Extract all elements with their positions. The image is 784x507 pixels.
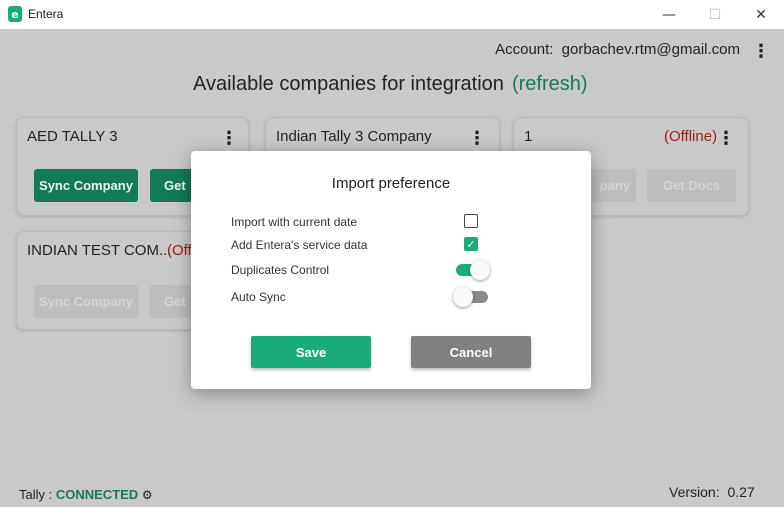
option-label: Auto Sync: [231, 290, 286, 304]
tally-label: Tally :: [19, 487, 53, 502]
minimize-button[interactable]: —: [646, 0, 692, 29]
duplicates-control-toggle[interactable]: [456, 260, 490, 280]
import-current-date-checkbox[interactable]: [464, 214, 478, 228]
offline-status: (Off: [167, 242, 192, 259]
version-label: Version:: [669, 484, 720, 500]
page-title-text: Available companies for integration: [193, 73, 504, 95]
app-logo-icon: e: [8, 6, 22, 22]
company-name: INDIAN TEST COM...: [27, 242, 172, 259]
company-name: AED TALLY 3: [27, 128, 118, 145]
save-button[interactable]: Save: [251, 336, 371, 368]
cancel-button[interactable]: Cancel: [411, 336, 531, 368]
dialog-title: Import preference: [331, 175, 451, 192]
card-menu-icon[interactable]: ⋮: [468, 128, 486, 149]
card-menu-icon[interactable]: ⋮: [717, 128, 735, 149]
sync-company-button[interactable]: Sync Company: [34, 285, 138, 318]
offline-status: (Offline): [664, 128, 718, 145]
toggle-knob: [470, 260, 490, 280]
service-data-checkbox[interactable]: ✓: [464, 237, 478, 251]
version-info: Version: 0.27: [669, 484, 755, 500]
card-menu-icon[interactable]: ⋮: [220, 128, 238, 149]
page-title: Available companies for integration (refr…: [193, 73, 588, 96]
window-title: Entera: [28, 7, 64, 21]
option-label: Duplicates Control: [231, 263, 330, 277]
account-menu-icon[interactable]: ⋮: [752, 41, 770, 62]
company-name: Indian Tally 3 Company: [276, 128, 432, 145]
version-value: 0.27: [727, 484, 755, 500]
sync-company-button[interactable]: Sync Company: [34, 169, 138, 202]
refresh-link[interactable]: (refresh): [512, 73, 588, 95]
tally-status: Tally : CONNECTED ⚙: [19, 487, 153, 502]
get-docs-button[interactable]: Get Docs: [647, 169, 736, 202]
account-label: Account:: [495, 41, 554, 58]
tally-connection-status: CONNECTED: [55, 487, 139, 502]
sync-company-button[interactable]: pany: [592, 169, 636, 202]
company-name: 1: [524, 128, 533, 145]
toggle-knob: [453, 287, 473, 307]
close-button[interactable]: ✕: [738, 0, 784, 29]
option-label: Import with current date: [231, 215, 358, 229]
import-preference-dialog: Import preference Import with current da…: [191, 151, 591, 389]
account-info: Account: gorbachev.rtm@gmail.com: [495, 41, 740, 58]
auto-sync-toggle[interactable]: [453, 287, 488, 307]
title-bar: e Entera — ☐ ✕: [0, 0, 784, 29]
account-email: gorbachev.rtm@gmail.com: [561, 41, 740, 58]
maximize-button[interactable]: ☐: [692, 0, 738, 29]
gear-icon[interactable]: ⚙: [142, 488, 153, 502]
option-label: Add Entera's service data: [231, 238, 368, 252]
